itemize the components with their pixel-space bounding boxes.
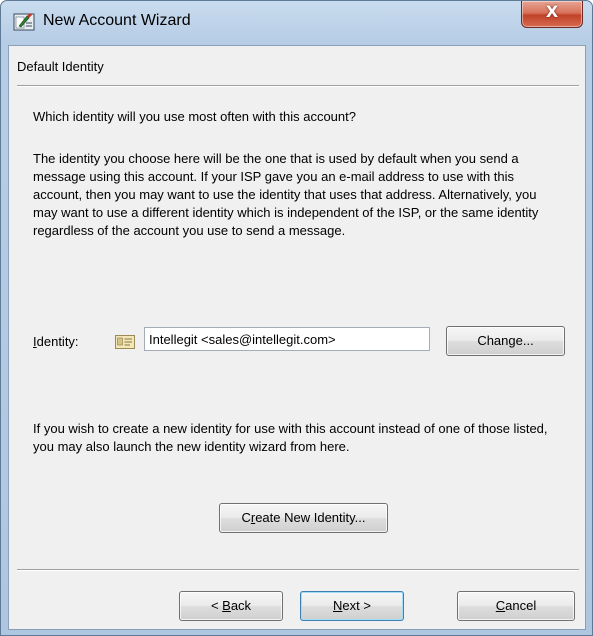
next-button-rest: ext > <box>342 598 371 613</box>
close-icon: X <box>545 2 559 21</box>
wizard-app-icon <box>13 13 35 31</box>
back-button-accel: B <box>222 598 231 613</box>
identity-label: Identity: <box>33 334 79 349</box>
cancel-button[interactable]: Cancel <box>457 591 575 621</box>
create-button-rest: eate New Identity... <box>255 510 366 525</box>
create-new-identity-button[interactable]: Create New Identity... <box>219 503 388 533</box>
new-identity-description: If you wish to create a new identity for… <box>33 421 548 454</box>
identity-label-text: dentity: <box>36 334 79 349</box>
title-bar[interactable]: New Account Wizard X <box>1 1 592 45</box>
wizard-window: New Account Wizard X Default Identity Wh… <box>0 0 593 636</box>
back-button-prefix: < <box>210 598 223 613</box>
identity-description: The identity you choose here will be the… <box>33 151 539 238</box>
page-title: Default Identity <box>17 59 104 74</box>
wizard-client-area: Default Identity Which identity will you… <box>8 45 586 630</box>
back-button[interactable]: < Back <box>179 591 283 621</box>
footer-divider <box>17 569 579 571</box>
cancel-button-accel: C <box>495 598 506 613</box>
identity-question: Which identity will you use most often w… <box>33 109 356 124</box>
vcard-icon <box>115 335 135 349</box>
create-button-prefix: C <box>241 510 251 525</box>
close-button[interactable]: X <box>521 1 583 28</box>
change-identity-button[interactable]: Change... <box>446 326 565 356</box>
back-button-rest: ack <box>230 598 252 613</box>
next-button[interactable]: Next > <box>300 591 404 621</box>
window-title: New Account Wizard <box>43 12 191 29</box>
header-divider <box>17 85 579 87</box>
next-button-accel: N <box>333 598 343 613</box>
cancel-button-rest: ancel <box>505 598 537 613</box>
identity-field[interactable] <box>144 327 430 351</box>
